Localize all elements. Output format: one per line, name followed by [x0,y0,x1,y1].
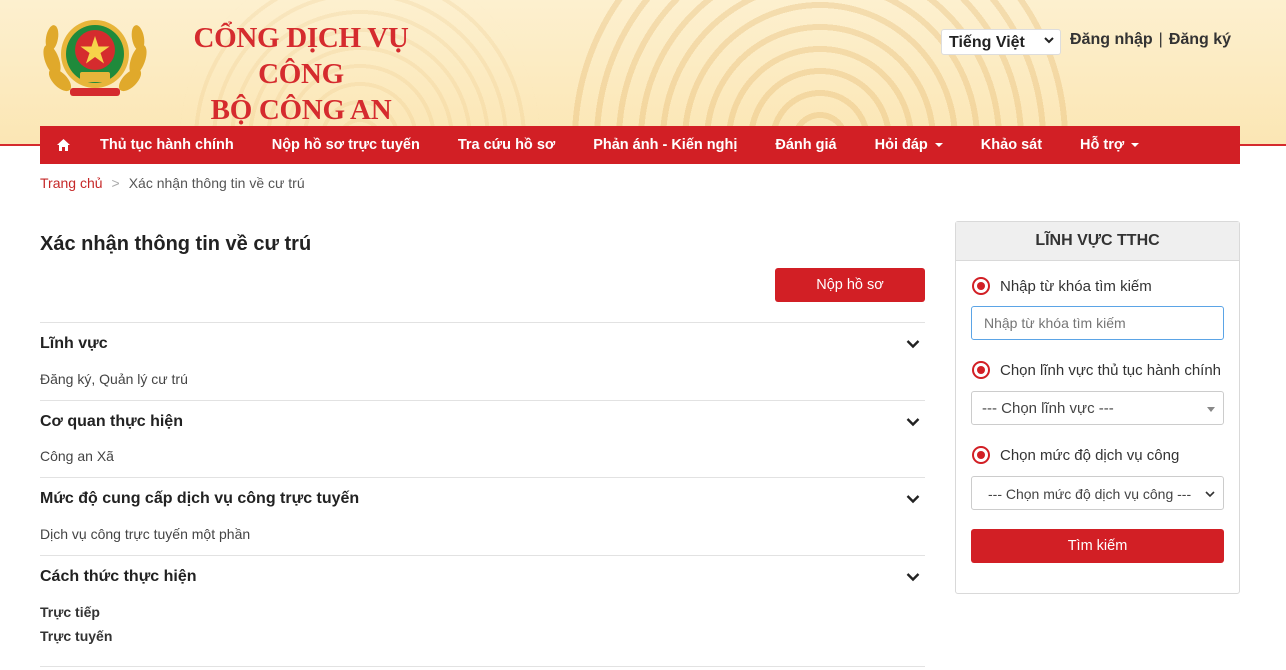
site-title-line2: BỘ CÔNG AN [210,94,392,126]
radio-field[interactable]: Chọn lĩnh vực thủ tục hành chính [972,361,1221,379]
chevron-down-icon[interactable] [906,339,920,349]
chevron-down-icon [1205,491,1215,498]
tthc-filter-panel: LĨNH VỰC TTHC Nhập từ khóa tìm kiếm Chọn… [955,221,1240,594]
dropdown-arrow-icon [1207,407,1215,412]
radio-field-label: Chọn lĩnh vực thủ tục hành chính [1000,361,1222,379]
chevron-down-icon[interactable] [906,494,920,504]
nav-item-ho-tro[interactable]: Hỗ trợ [1061,126,1158,164]
nav-label: Đánh giá [775,137,837,153]
register-link[interactable]: Đăng ký [1169,31,1231,49]
header-drum-pattern [560,0,1080,144]
nav-label: Hỏi đáp [874,137,928,153]
section-value: Trực tuyến [40,628,113,644]
radio-keyword-label: Nhập từ khóa tìm kiếm [1000,277,1152,295]
breadcrumb-separator: > [111,175,120,191]
chevron-down-icon [1044,37,1054,44]
level-select-value: --- Chọn mức độ dịch vụ công --- [988,486,1192,502]
nav-label: Tra cứu hồ sơ [457,137,556,153]
nav-item-nop-ho-so[interactable]: Nộp hồ sơ trực tuyến [253,126,439,164]
keyword-search-input[interactable] [971,306,1224,340]
breadcrumb-current: Xác nhận thông tin về cư trú [128,175,305,191]
section-value: Đăng ký, Quản lý cư trú [40,371,188,387]
radio-dot [977,366,985,374]
caret-down-icon [1131,143,1140,147]
section-title: Lĩnh vực [40,335,108,352]
nav-label: Thủ tục hành chính [100,137,234,153]
section-co-quan[interactable]: Cơ quan thực hiện Công an Xã [40,400,925,477]
breadcrumb-home[interactable]: Trang chủ [40,175,103,191]
search-button[interactable]: Tìm kiếm [971,529,1224,563]
section-value: Dịch vụ công trực tuyến một phần [40,526,251,542]
language-select[interactable]: Tiếng Việt [941,29,1061,55]
nav-item-khao-sat[interactable]: Khảo sát [962,126,1061,164]
home-icon [56,139,70,151]
section-value: Trực tiếp [40,604,100,620]
submit-application-button[interactable]: Nộp hồ sơ [775,268,925,302]
nav-item-hoi-dap[interactable]: Hỏi đáp [856,126,962,164]
site-title-line1: CỔNG DỊCH VỤ CÔNG [193,22,409,90]
caret-down-icon [934,143,943,147]
nav-label: Khảo sát [980,137,1043,153]
nav-item-tra-cuu[interactable]: Tra cứu hồ sơ [439,126,574,164]
site-header: CỔNG DỊCH VỤ CÔNG BỘ CÔNG AN Tiếng Việt … [0,0,1286,146]
nav-item-phan-anh[interactable]: Phản ánh - Kiến nghị [574,126,756,164]
chevron-down-icon[interactable] [906,572,920,582]
radio-level[interactable]: Chọn mức độ dịch vụ công [972,446,1179,464]
divider [40,666,925,667]
section-value: Công an Xã [40,448,114,464]
level-select[interactable]: --- Chọn mức độ dịch vụ công --- [971,476,1224,510]
site-title[interactable]: CỔNG DỊCH VỤ CÔNG BỘ CÔNG AN [166,20,436,128]
page-title: Xác nhận thông tin về cư trú [40,233,312,255]
section-linh-vuc[interactable]: Lĩnh vực Đăng ký, Quản lý cư trú [40,322,925,400]
radio-selected-icon[interactable] [972,277,990,295]
police-emblem-icon[interactable] [40,10,150,100]
radio-dot [977,282,985,290]
nav-label: Hỗ trợ [1080,137,1125,153]
nav-label: Phản ánh - Kiến nghị [593,137,738,153]
radio-dot [977,451,985,459]
login-link[interactable]: Đăng nhập [1070,31,1153,49]
section-cach-thuc[interactable]: Cách thức thực hiện Trực tiếp Trực tuyến [40,555,925,666]
nav-item-thu-tuc[interactable]: Thủ tục hành chính [81,126,253,164]
field-select[interactable]: --- Chọn lĩnh vực --- [971,391,1224,425]
radio-selected-icon[interactable] [972,361,990,379]
nav-home[interactable] [45,126,81,164]
radio-selected-icon[interactable] [972,446,990,464]
auth-separator: | [1158,31,1163,48]
radio-keyword[interactable]: Nhập từ khóa tìm kiếm [972,277,1152,295]
chevron-down-icon[interactable] [906,417,920,427]
nav-item-danh-gia[interactable]: Đánh giá [756,126,855,164]
field-select-value: --- Chọn lĩnh vực --- [982,400,1114,417]
section-muc-do[interactable]: Mức độ cung cấp dịch vụ công trực tuyến … [40,477,925,555]
breadcrumb: Trang chủ > Xác nhận thông tin về cư trú [40,175,305,191]
section-title: Mức độ cung cấp dịch vụ công trực tuyến [40,490,360,507]
main-nav: Thủ tục hành chính Nộp hồ sơ trực tuyến … [40,126,1240,164]
radio-level-label: Chọn mức độ dịch vụ công [1000,446,1180,464]
language-value: Tiếng Việt [949,34,1025,51]
nav-label: Nộp hồ sơ trực tuyến [271,137,420,153]
auth-links: Đăng nhập | Đăng ký [1070,31,1231,49]
section-title: Cơ quan thực hiện [40,413,183,430]
section-title: Cách thức thực hiện [40,568,197,585]
panel-title: LĨNH VỰC TTHC [956,222,1239,261]
